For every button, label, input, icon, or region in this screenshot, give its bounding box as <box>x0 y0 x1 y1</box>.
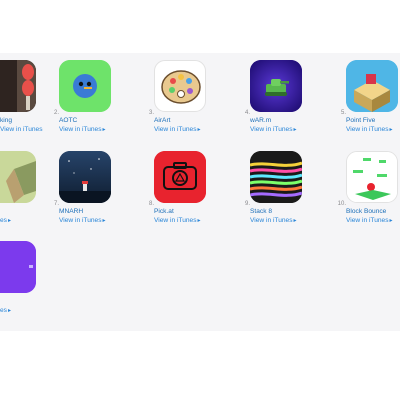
view-in-itunes-link[interactable]: es▸ <box>0 307 11 314</box>
view-in-itunes-link[interactable]: View in iTunes▸ <box>250 126 297 133</box>
camera-icon[interactable] <box>154 151 206 203</box>
app-name[interactable]: AOTC <box>59 117 77 124</box>
app-rank: 2. <box>53 110 59 116</box>
view-in-itunes-link[interactable]: View in iTunes▸ <box>346 126 393 133</box>
link-label[interactable]: View in iTunes <box>59 126 102 133</box>
app-item-4[interactable]: 4. wAR.m View in iTunes▸ <box>238 60 328 140</box>
app-name[interactable]: MNARH <box>59 208 83 215</box>
paint-palette-icon[interactable] <box>154 60 206 112</box>
chevron-right-icon: ▸ <box>197 127 201 133</box>
night-lighthouse-icon[interactable] <box>59 151 111 203</box>
view-in-itunes-link[interactable]: View in iTunes▸ <box>154 217 201 224</box>
chevron-right-icon: ▸ <box>293 218 297 224</box>
chevron-right-icon: ▸ <box>102 218 106 224</box>
purple-app-icon[interactable] <box>0 241 36 293</box>
bowling-pins-icon[interactable] <box>0 60 36 112</box>
link-label[interactable]: es <box>0 307 7 314</box>
app-rank: 10. <box>337 201 346 207</box>
app-name[interactable]: king <box>0 117 12 124</box>
app-list-panel: king View in iTunes 2. AOTC View in iTun… <box>0 53 400 331</box>
link-label[interactable]: View in iTunes <box>346 126 389 133</box>
app-name[interactable]: Stack 8 <box>250 208 272 215</box>
view-in-itunes-link[interactable]: View in iTunes▸ <box>59 126 106 133</box>
app-item-2[interactable]: 2. AOTC View in iTunes▸ <box>47 60 137 140</box>
link-label[interactable]: View in iTunes <box>250 126 293 133</box>
link-label[interactable]: View in iTunes <box>154 126 197 133</box>
app-name[interactable]: wAR.m <box>250 117 271 124</box>
app-rank: 3. <box>148 110 154 116</box>
view-in-itunes-link[interactable]: View in iTunes <box>0 126 43 133</box>
chevron-right-icon: ▸ <box>293 127 297 133</box>
app-item-9[interactable]: 9. Stack 8 View in iTunes▸ <box>238 151 328 231</box>
isometric-block-icon[interactable] <box>346 60 398 112</box>
app-rank: 5. <box>340 110 346 116</box>
view-in-itunes-link[interactable]: View in iTunes▸ <box>250 217 297 224</box>
app-item-3[interactable]: 3. AirArt View in iTunes▸ <box>142 60 232 140</box>
app-name[interactable]: AirArt <box>154 117 170 124</box>
app-item-6[interactable]: es▸ <box>0 151 50 231</box>
app-item-10[interactable]: 10. Block Bounce View in iTunes▸ <box>334 151 400 231</box>
chevron-right-icon: ▸ <box>102 127 106 133</box>
app-name[interactable]: Point Five <box>346 117 375 124</box>
green-circle-face-icon[interactable] <box>59 60 111 112</box>
app-name[interactable]: Block Bounce <box>346 208 386 215</box>
app-name[interactable]: Pick.at <box>154 208 174 215</box>
link-label[interactable]: View in iTunes <box>0 126 43 133</box>
app-rank: 8. <box>148 201 154 207</box>
app-rank: 4. <box>244 110 250 116</box>
chevron-right-icon: ▸ <box>7 218 11 224</box>
link-label[interactable]: View in iTunes <box>250 217 293 224</box>
link-label[interactable]: View in iTunes <box>154 217 197 224</box>
isometric-path-icon[interactable] <box>0 151 36 203</box>
app-item-1[interactable]: king View in iTunes <box>0 60 50 140</box>
view-in-itunes-link[interactable]: View in iTunes▸ <box>59 217 106 224</box>
link-label[interactable]: View in iTunes <box>346 217 389 224</box>
app-item-7[interactable]: 7. MNARH View in iTunes▸ <box>47 151 137 231</box>
chevron-right-icon: ▸ <box>389 127 393 133</box>
app-rank: 9. <box>244 201 250 207</box>
link-label[interactable]: View in iTunes <box>59 217 102 224</box>
app-item-8[interactable]: 8. Pick.at View in iTunes▸ <box>142 151 232 231</box>
view-in-itunes-link[interactable]: View in iTunes▸ <box>346 217 393 224</box>
view-in-itunes-link[interactable]: View in iTunes▸ <box>154 126 201 133</box>
app-item-11[interactable]: es▸ <box>0 241 50 321</box>
chevron-right-icon: ▸ <box>389 218 393 224</box>
chevron-right-icon: ▸ <box>7 308 11 314</box>
neon-stripes-icon[interactable] <box>250 151 302 203</box>
app-item-5[interactable]: 5. Point Five View in iTunes▸ <box>334 60 400 140</box>
app-rank: 7. <box>53 201 59 207</box>
chevron-right-icon: ▸ <box>197 218 201 224</box>
tank-icon[interactable] <box>250 60 302 112</box>
view-in-itunes-link[interactable]: es▸ <box>0 217 11 224</box>
link-label[interactable]: es <box>0 217 7 224</box>
bouncing-block-icon[interactable] <box>346 151 398 203</box>
